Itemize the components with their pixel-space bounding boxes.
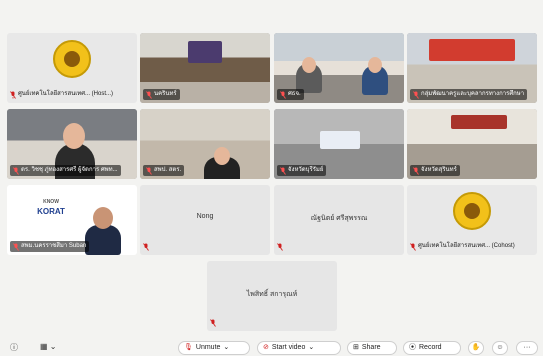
participant-figure: [85, 225, 121, 255]
korat-logo: KNOW KORAT: [29, 197, 73, 227]
participant-name: กลุ่มพัฒนาครูและบุคลากรทางการศึกษา: [421, 91, 525, 97]
participant-nameplate: จังหวัดสุรินทร์: [410, 165, 460, 176]
participant-tile[interactable]: ศธจ.: [274, 33, 404, 103]
participant-tile[interactable]: ดร. วิชชุ ภู่ทองสารศรี ผู้จัดการ ศพท...: [7, 109, 137, 179]
muted-mic-icon: [10, 90, 16, 99]
start-video-label: Start video: [271, 344, 306, 351]
participant-name: ศธจ.: [288, 91, 301, 97]
korat-logo-text: KORAT: [37, 207, 65, 216]
participant-name: สพป. สตร.: [154, 167, 182, 173]
participant-tile[interactable]: Nong: [140, 185, 270, 255]
muted-mic-icon: [413, 90, 419, 99]
participant-face: [368, 57, 382, 73]
record-button[interactable]: ⦿ Record: [403, 341, 461, 355]
layout-icon[interactable]: ▦ ⌄: [40, 342, 56, 351]
participant-nameplate: [143, 241, 149, 252]
participant-grid: ศูนย์เทคโนโลยีสารสนเทศ... (Host...) นคริ…: [0, 0, 543, 331]
participant-nameplate: ดร. วิชชุ ภู่ทองสารศรี ผู้จัดการ ศพท...: [10, 165, 121, 176]
participant-name: สพม.นครราชสีมา Suban: [21, 243, 87, 249]
participant-face: [214, 147, 230, 165]
participant-nameplate: นครินทร์: [143, 89, 180, 100]
participant-tile[interactable]: กลุ่มพัฒนาครูและบุคลากรทางการศึกษา: [407, 33, 537, 103]
participant-nameplate: [210, 317, 216, 328]
reactions-button[interactable]: ☺: [492, 341, 508, 355]
muted-mic-icon: [146, 166, 152, 175]
muted-mic-icon: [13, 166, 19, 175]
stage-banner: [451, 115, 507, 129]
participant-tile[interactable]: นครินทร์: [140, 33, 270, 103]
muted-mic-icon: [146, 90, 152, 99]
hand-icon: ✋: [471, 344, 481, 351]
participant-tile[interactable]: KNOW KORAT สพม.นครราชสีมา Suban: [7, 185, 137, 255]
share-label: Share: [361, 344, 381, 351]
organization-logo: [453, 192, 491, 230]
chevron-down-icon: ⌄: [223, 344, 230, 351]
participant-nameplate: สพป. สตร.: [143, 165, 185, 176]
participant-tile[interactable]: จังหวัดบุรีรัมย์: [274, 109, 404, 179]
meeting-toolbar: ⓘ ▦ ⌄ 🎙 Unmute ⌄ ⊘ Start video ⌄ ⊞ Share…: [0, 338, 543, 356]
record-label: Record: [419, 344, 442, 351]
muted-mic-icon: [280, 90, 286, 99]
participant-nameplate: ศูนย์เทคโนโลยีสารสนเทศ... (Host...): [10, 89, 113, 100]
camera-off-icon: ⊘: [263, 344, 269, 351]
start-video-button[interactable]: ⊘ Start video ⌄: [257, 341, 341, 355]
muted-mic-icon: [280, 166, 286, 175]
participant-name: จังหวัดบุรีรัมย์: [288, 167, 324, 173]
participant-face: [302, 57, 316, 73]
smiley-icon: ☺: [496, 344, 504, 351]
participant-face: [93, 207, 113, 229]
share-button[interactable]: ⊞ Share: [347, 341, 397, 355]
participant-nameplate: จังหวัดบุรีรัมย์: [277, 165, 327, 176]
projector-screen: [320, 131, 360, 149]
participant-name: ศูนย์เทคโนโลยีสารสนเทศ... (Host...): [18, 91, 114, 97]
stage-banner: [429, 39, 515, 61]
share-screen-icon: ⊞: [353, 344, 359, 351]
unmute-button[interactable]: 🎙 Unmute ⌄: [178, 341, 250, 355]
more-options-button[interactable]: ···: [516, 341, 538, 355]
participant-tile[interactable]: สพป. สตร.: [140, 109, 270, 179]
participant-nameplate: [277, 241, 283, 252]
participant-nameplate: ศูนย์เทคโนโลยีสารสนเทศ... (Cohost): [410, 241, 515, 252]
raise-hand-button[interactable]: ✋: [468, 341, 484, 355]
unmute-label: Unmute: [195, 344, 221, 351]
participant-name: ศูนย์เทคโนโลยีสารสนเทศ... (Cohost): [418, 243, 515, 249]
muted-mic-icon: [410, 242, 416, 251]
participant-name-center: Nong: [196, 213, 214, 220]
participant-nameplate: สพม.นครราชสีมา Suban: [10, 241, 90, 252]
muted-mic-icon: 🎙: [184, 344, 193, 351]
more-icon: ···: [523, 344, 531, 351]
record-icon: ⦿: [409, 344, 416, 351]
participant-name-center: ณัฐนิตย์ ศรีสุพรรณ: [310, 215, 368, 222]
muted-mic-icon: [13, 242, 19, 251]
participant-tile[interactable]: ไพสิทธิ์ สการุณห์: [207, 261, 337, 331]
participant-face: [63, 123, 85, 149]
participant-tile-host[interactable]: ศูนย์เทคโนโลยีสารสนเทศ... (Host...): [7, 33, 137, 103]
chevron-down-icon: ⌄: [308, 344, 315, 351]
muted-mic-icon: [143, 242, 149, 251]
participant-nameplate: กลุ่มพัฒนาครูและบุคลากรทางการศึกษา: [410, 89, 528, 100]
participant-name: ดร. วิชชุ ภู่ทองสารศรี ผู้จัดการ ศพท...: [21, 167, 118, 173]
participant-tile-cohost[interactable]: ศูนย์เทคโนโลยีสารสนเทศ... (Cohost): [407, 185, 537, 255]
participant-name: นครินทร์: [154, 91, 177, 97]
organization-logo: [53, 40, 91, 78]
muted-mic-icon: [210, 318, 216, 327]
muted-mic-icon: [277, 242, 283, 251]
projector-screen: [188, 41, 222, 63]
participant-nameplate: ศธจ.: [277, 89, 304, 100]
participant-tile[interactable]: จังหวัดสุรินทร์: [407, 109, 537, 179]
muted-mic-icon: [413, 166, 419, 175]
participant-name-center: ไพสิทธิ์ สการุณห์: [246, 291, 298, 298]
korat-logo-subtext: KNOW: [43, 199, 59, 205]
participant-name: จังหวัดสุรินทร์: [421, 167, 457, 173]
info-icon[interactable]: ⓘ: [10, 342, 18, 353]
participant-tile[interactable]: ณัฐนิตย์ ศรีสุพรรณ: [274, 185, 404, 255]
